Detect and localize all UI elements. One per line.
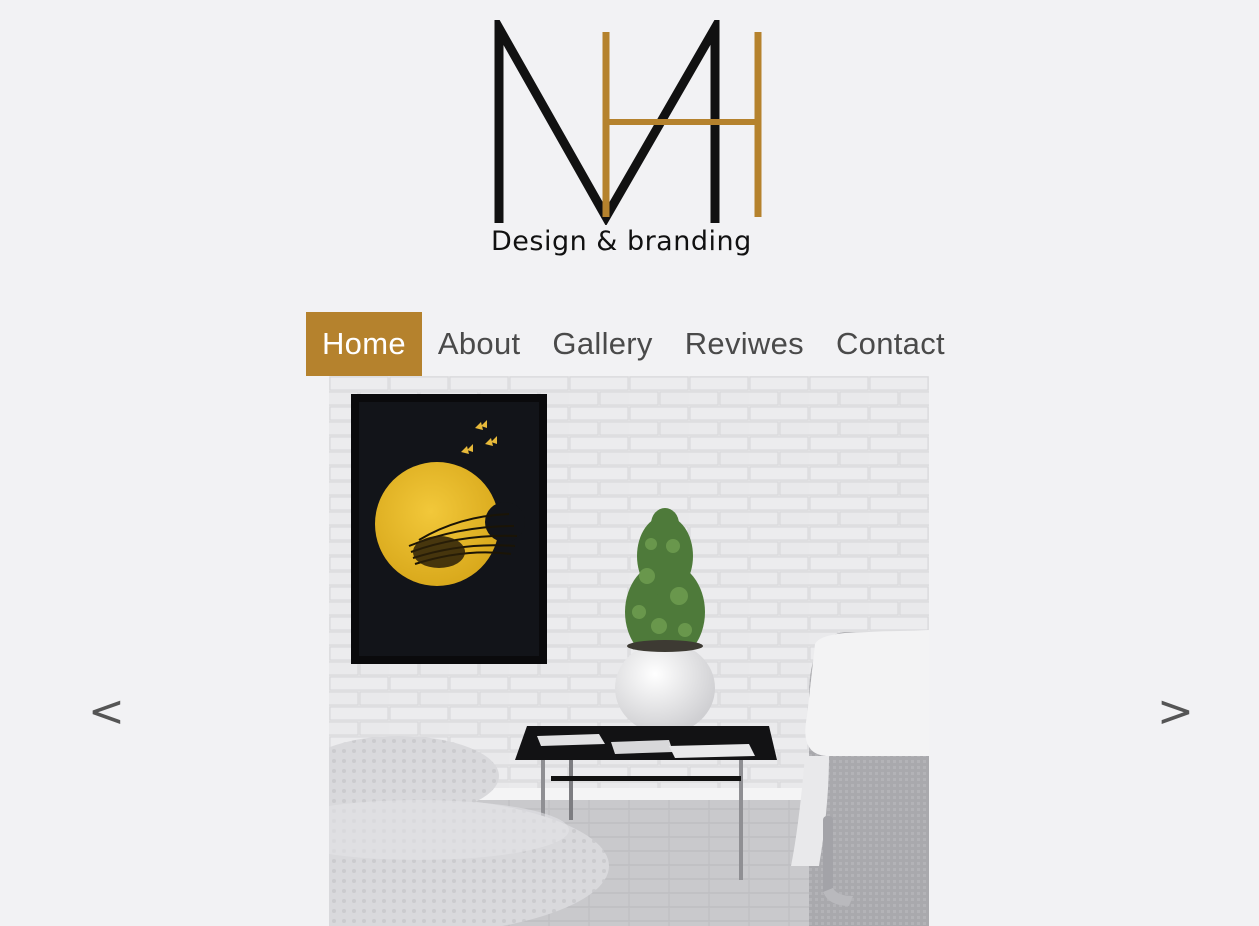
interior-scene-image xyxy=(329,376,929,926)
page: Design & branding Home About Gallery Rev… xyxy=(0,0,1259,926)
nav-about[interactable]: About xyxy=(422,312,537,376)
logo-tagline: Design & branding xyxy=(491,226,752,257)
logo-monogram-icon xyxy=(494,20,762,225)
nav-gallery[interactable]: Gallery xyxy=(536,312,668,376)
main-nav: Home About Gallery Reviwes Contact xyxy=(306,312,961,376)
nav-contact[interactable]: Contact xyxy=(820,312,961,376)
carousel-slide-image xyxy=(329,376,929,926)
nav-reviews[interactable]: Reviwes xyxy=(669,312,820,376)
brand-logo[interactable]: Design & branding xyxy=(486,20,776,265)
carousel-next-button[interactable]: > xyxy=(1157,684,1194,740)
carousel-prev-button[interactable]: < xyxy=(88,684,125,740)
nav-home[interactable]: Home xyxy=(306,312,422,376)
